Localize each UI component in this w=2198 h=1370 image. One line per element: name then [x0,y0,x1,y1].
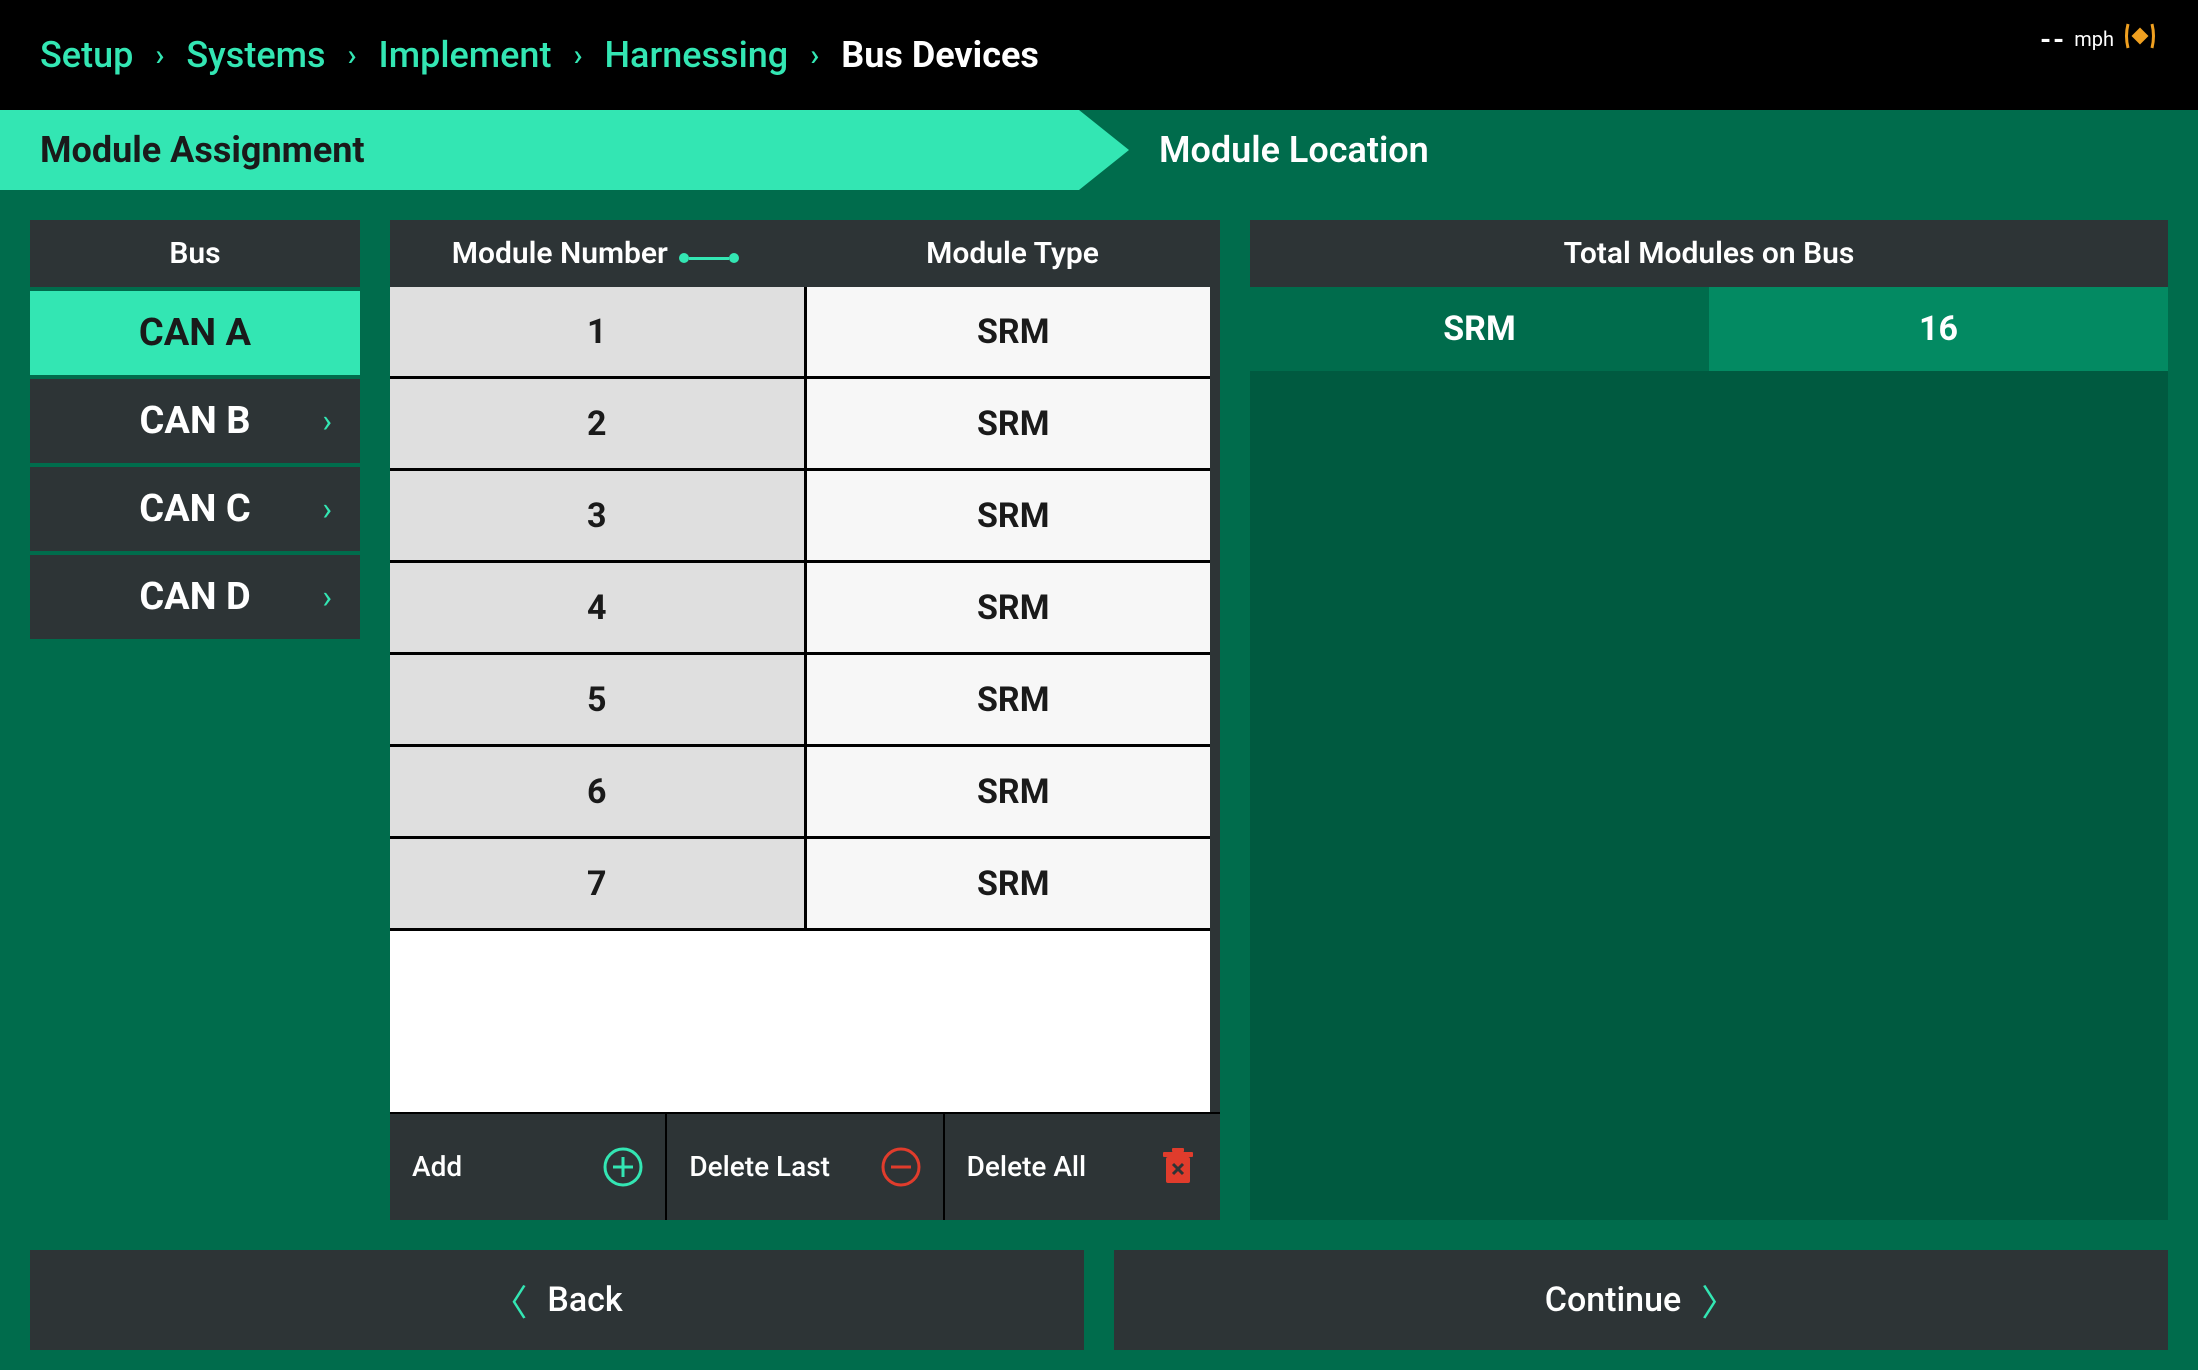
cell-number: 6 [390,747,807,836]
cell-number: 7 [390,839,807,928]
table-row[interactable]: 1 SRM [390,287,1220,379]
tab-module-assignment[interactable]: Module Assignment [0,110,1079,190]
chevron-right-icon: 〉 [1701,1274,1737,1326]
bus-item-label: CAN B [140,399,251,443]
delete-all-button[interactable]: Delete All [945,1114,1220,1220]
chevron-right-icon: › [155,38,164,73]
bus-item-label: CAN A [139,311,251,355]
cell-type: SRM [807,379,1221,468]
cell-type: SRM [807,655,1221,744]
minus-circle-icon [879,1145,923,1189]
chevron-right-icon: › [322,490,332,528]
speed-status: -- mph [2040,18,2158,60]
add-button[interactable]: Add [390,1114,667,1220]
continue-button[interactable]: Continue 〉 [1114,1250,2168,1350]
totals-type: SRM [1250,287,1709,371]
column-module-type: Module Type [805,236,1220,271]
bus-item-can-a[interactable]: CAN A [30,291,360,375]
table-row[interactable]: 2 SRM [390,379,1220,471]
cell-type: SRM [807,471,1221,560]
module-rows[interactable]: 1 SRM 2 SRM 3 SRM 4 SRM 5 SRM [390,287,1220,1112]
cell-number: 3 [390,471,807,560]
totals-panel: Total Modules on Bus SRM 16 [1250,220,2168,1220]
cell-type: SRM [807,747,1221,836]
tab-module-location[interactable]: Module Location [1079,110,2198,190]
totals-row: SRM 16 [1250,287,2168,371]
chevron-right-icon: › [322,578,332,616]
chevron-left-icon: 〈 [491,1274,527,1326]
plus-circle-icon [601,1145,645,1189]
cell-number: 1 [390,287,807,376]
chevron-right-icon: › [322,402,332,440]
crumb-implement[interactable]: Implement [379,34,552,76]
satellite-icon [2122,18,2158,60]
crumb-harnessing[interactable]: Harnessing [605,34,789,76]
cell-type: SRM [807,839,1221,928]
cell-number: 4 [390,563,807,652]
chevron-right-icon: › [348,38,357,73]
button-label: Add [412,1152,462,1183]
button-label: Delete All [967,1152,1087,1183]
table-row[interactable]: 4 SRM [390,563,1220,655]
cell-type: SRM [807,287,1221,376]
cell-number: 5 [390,655,807,744]
cell-type: SRM [807,563,1221,652]
bus-item-can-d[interactable]: CAN D › [30,555,360,639]
link-icon [679,253,739,263]
table-row[interactable]: 6 SRM [390,747,1220,839]
cell-number: 2 [390,379,807,468]
crumb-setup[interactable]: Setup [40,34,133,76]
bus-item-can-c[interactable]: CAN C › [30,467,360,551]
delete-last-button[interactable]: Delete Last [667,1114,944,1220]
table-row[interactable]: 7 SRM [390,839,1220,931]
table-row[interactable]: 5 SRM [390,655,1220,747]
chevron-right-icon: › [573,38,582,73]
bus-item-label: CAN D [139,575,250,619]
button-label: Continue [1545,1280,1681,1320]
button-label: Back [547,1280,622,1320]
speed-unit: mph [2074,27,2114,51]
crumb-systems[interactable]: Systems [186,34,325,76]
trash-icon [1156,1145,1200,1189]
button-label: Delete Last [689,1152,830,1183]
bus-panel: Bus CAN A CAN B › CAN C › CAN D › [30,220,360,1220]
bus-header: Bus [30,220,360,287]
speed-value: -- [2040,23,2066,56]
crumb-current: Bus Devices [841,34,1039,76]
bus-item-can-b[interactable]: CAN B › [30,379,360,463]
table-row[interactable]: 3 SRM [390,471,1220,563]
column-module-number: Module Number [390,236,805,271]
back-button[interactable]: 〈 Back [30,1250,1084,1350]
tab-label: Module Location [1159,129,1429,171]
bus-item-label: CAN C [139,487,251,531]
module-panel: Module Number Module Type 1 SRM 2 SRM 3 [390,220,1220,1220]
totals-count: 16 [1709,287,2168,371]
totals-header: Total Modules on Bus [1250,220,2168,287]
chevron-right-icon: › [810,38,819,73]
breadcrumb: Setup › Systems › Implement › Harnessing… [40,34,1039,76]
tab-label: Module Assignment [40,129,365,171]
